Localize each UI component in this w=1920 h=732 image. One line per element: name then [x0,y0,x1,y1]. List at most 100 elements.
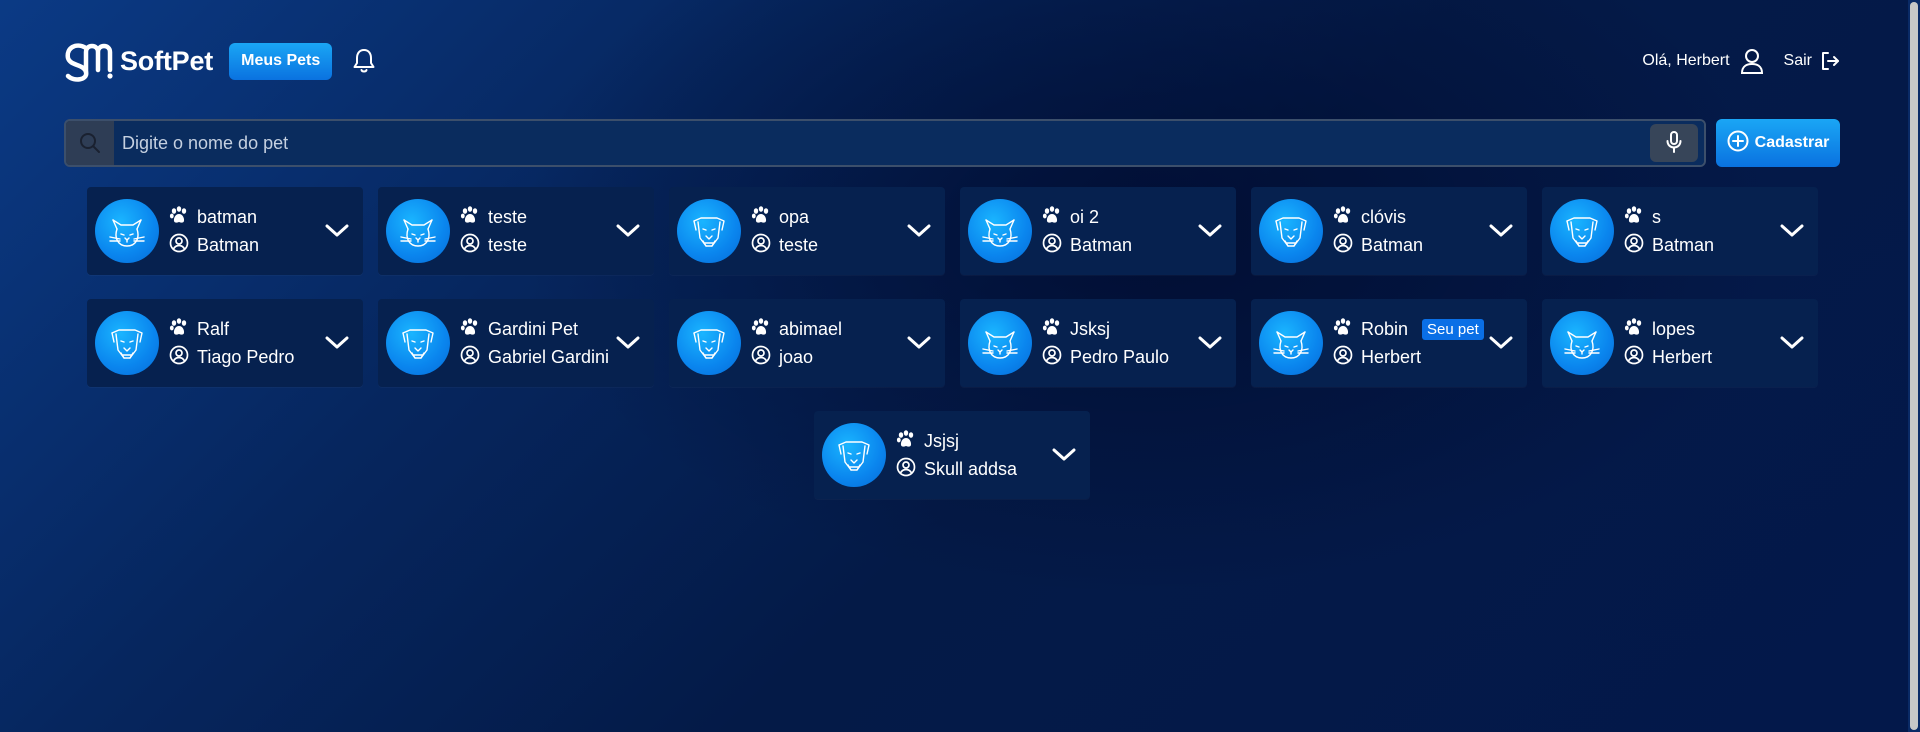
chevron-down-icon[interactable] [1190,211,1230,251]
voice-search-button[interactable] [1650,124,1698,162]
pet-card[interactable]: lopes Herbert [1542,299,1818,387]
pet-owner: Skull addsa [924,458,1018,479]
user-greeting: Olá, Herbert [1642,52,1730,69]
pet-owner: joao [779,346,814,367]
logout-button[interactable]: Sair [1784,51,1840,71]
owner-icon [1333,345,1353,370]
user-profile-icon[interactable] [1740,48,1764,74]
search-box [64,119,1706,167]
pet-owner: Gabriel Gardini [488,346,610,367]
notifications-bell-icon[interactable] [352,47,378,75]
scrollbar-thumb[interactable] [1910,2,1918,730]
chevron-down-icon[interactable] [317,323,357,363]
own-pet-badge: Seu pet [1422,318,1484,340]
paw-icon [460,205,480,230]
search-icon [66,121,114,165]
mic-wrapper [1650,121,1704,165]
cat-avatar-icon [968,311,1032,375]
owner-icon [1042,233,1062,258]
chevron-down-icon[interactable] [1481,323,1521,363]
pet-owner: Herbert [1361,346,1422,367]
chevron-down-icon[interactable] [1481,211,1521,251]
pet-card[interactable]: Jsjsj Skull addsa [814,411,1090,499]
dog-avatar-icon [822,423,886,487]
chevron-down-icon[interactable] [1190,323,1230,363]
chevron-down-icon[interactable] [1772,211,1812,251]
top-header: SoftPet Meus Pets Olá, Herbert Sair [64,38,1840,84]
paw-icon [1042,317,1062,342]
pet-owner: Batman [1652,234,1715,255]
pet-owner: teste [779,234,819,255]
cat-avatar-icon [386,199,450,263]
cadastrar-button[interactable]: Cadastrar [1716,119,1840,167]
pet-name: clóvis [1361,206,1407,227]
meus-pets-button[interactable]: Meus Pets [229,42,333,80]
pet-name: Jsksj [1070,318,1110,339]
owner-icon [1333,233,1353,258]
pet-name: lopes [1652,318,1696,339]
chevron-down-icon[interactable] [1772,323,1812,363]
paw-icon [1333,317,1353,342]
pet-owner: Pedro Paulo [1070,346,1170,367]
owner-icon [169,345,189,370]
search-row: Cadastrar [64,119,1840,167]
pet-card[interactable]: s Batman [1542,187,1818,275]
owner-icon [751,345,771,370]
dog-avatar-icon [677,199,741,263]
dog-avatar-icon [677,311,741,375]
owner-icon [169,233,189,258]
chevron-down-icon[interactable] [608,211,648,251]
pet-card[interactable]: teste teste [378,187,654,275]
chevron-down-icon[interactable] [317,211,357,251]
pet-card[interactable]: Jsksj Pedro Paulo [960,299,1236,387]
dog-avatar-icon [1550,199,1614,263]
pet-card[interactable]: opa teste [669,187,945,275]
chevron-down-icon[interactable] [899,211,939,251]
softpet-logo-icon [65,43,113,82]
pet-owner: Batman [1070,234,1133,255]
search-input[interactable] [114,121,1650,165]
pet-name: teste [488,206,528,227]
brand-logo[interactable]: SoftPet [64,40,213,82]
pet-name: abimael [779,318,843,339]
dog-avatar-icon [1259,199,1323,263]
pet-card[interactable]: abimael joao [669,299,945,387]
pet-owner: Tiago Pedro [197,346,295,367]
paw-icon [169,317,189,342]
cadastrar-label: Cadastrar [1754,134,1830,151]
paw-icon [896,429,916,454]
pet-name: Gardini Pet [488,318,579,339]
dog-avatar-icon [95,311,159,375]
pet-name: Ralf [197,318,230,339]
paw-icon [1624,317,1644,342]
page-scrollbar[interactable] [1908,0,1920,732]
pet-card[interactable]: oi 2 Batman [960,187,1236,275]
dog-avatar-icon [386,311,450,375]
pet-card[interactable]: Ralf Tiago Pedro [87,299,363,387]
user-area: Olá, Herbert Sair [1642,48,1840,74]
pet-name: opa [779,206,810,227]
owner-icon [1042,345,1062,370]
pet-name: s [1652,206,1661,227]
pet-card[interactable]: Robin Seu pet Herbert [1251,299,1527,387]
cat-avatar-icon [1259,311,1323,375]
pet-card[interactable]: batman Batman [87,187,363,275]
owner-icon [1624,345,1644,370]
pet-owner: Batman [197,234,260,255]
pet-card[interactable]: Gardini Pet Gabriel Gardini [378,299,654,387]
chevron-down-icon[interactable] [608,323,648,363]
chevron-down-icon[interactable] [1044,435,1084,475]
paw-icon [1333,205,1353,230]
logout-icon [1820,51,1840,71]
pet-card[interactable]: clóvis Batman [1251,187,1527,275]
brand-name: SoftPet [120,45,214,76]
paw-icon [751,317,771,342]
chevron-down-icon[interactable] [899,323,939,363]
owner-icon [896,457,916,482]
paw-icon [1624,205,1644,230]
owner-icon [1624,233,1644,258]
cat-avatar-icon [1550,311,1614,375]
paw-icon [1042,205,1062,230]
owner-icon [460,233,480,258]
pet-name: Robin [1361,318,1409,339]
